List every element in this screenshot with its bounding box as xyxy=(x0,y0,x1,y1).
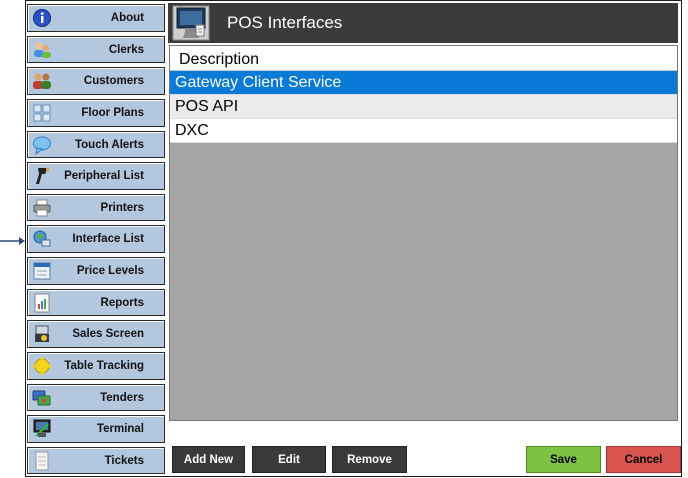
edit-button[interactable]: Edit xyxy=(252,446,326,473)
scanner-icon xyxy=(36,168,49,185)
list-item[interactable]: Gateway Client Service xyxy=(170,71,677,95)
sidebar-item-label: Peripheral List xyxy=(64,170,144,183)
sidebar-item-printers[interactable]: Printers xyxy=(27,193,165,222)
remove-button[interactable]: Remove xyxy=(332,446,407,473)
sidebar-item-label: Tickets xyxy=(104,454,144,467)
sidebar-item-about[interactable]: About xyxy=(27,4,165,32)
tenders-icon xyxy=(32,390,51,405)
sidebar-item-label: Clerks xyxy=(108,43,144,56)
pointer-arrow-icon xyxy=(0,237,25,245)
sidebar-item-label: Interface List xyxy=(72,233,144,246)
customers-icon xyxy=(33,73,51,90)
save-button[interactable]: Save xyxy=(526,446,601,473)
interface-icon xyxy=(33,230,51,247)
sidebar-item-table-tracking[interactable]: Table Tracking xyxy=(27,351,165,380)
interface-list[interactable]: Description Gateway Client Service POS A… xyxy=(169,45,678,421)
price-levels-icon xyxy=(33,262,51,280)
list-item[interactable]: POS API xyxy=(170,95,677,119)
sidebar-item-reports[interactable]: Reports xyxy=(27,288,165,317)
column-header-description[interactable]: Description xyxy=(170,46,677,71)
sidebar-item-label: Tenders xyxy=(100,391,144,404)
reports-icon xyxy=(34,293,50,313)
sidebar-item-label: Sales Screen xyxy=(72,328,144,341)
info-icon xyxy=(33,9,51,27)
sidebar-item-clerks[interactable]: Clerks xyxy=(27,35,165,64)
sidebar-item-sales-screen[interactable]: Sales Screen xyxy=(27,320,165,348)
sidebar-item-label: Printers xyxy=(100,201,144,214)
sidebar-item-label: About xyxy=(110,12,144,24)
sidebar-item-price-levels[interactable]: Price Levels xyxy=(27,257,165,285)
table-tracking-icon xyxy=(33,356,51,375)
sidebar-item-customers[interactable]: Customers xyxy=(27,67,165,95)
printer-icon xyxy=(33,199,51,217)
column-header-label: Description xyxy=(179,51,260,68)
sidebar-item-touch-alerts[interactable]: Touch Alerts xyxy=(27,130,165,159)
sidebar-item-label: Touch Alerts xyxy=(74,138,144,151)
interfaces-header-icon xyxy=(172,5,210,41)
sidebar-item-interface-list[interactable]: Interface List xyxy=(27,225,165,254)
sidebar-item-label: Customers xyxy=(83,75,144,88)
floor-plans-icon xyxy=(33,104,51,122)
sidebar-item-label: Price Levels xyxy=(76,265,144,277)
cancel-button[interactable]: Cancel xyxy=(606,446,681,473)
sales-screen-icon xyxy=(35,325,49,343)
sidebar-item-peripheral-list[interactable]: Peripheral List xyxy=(27,162,165,190)
clerks-icon xyxy=(34,42,51,58)
add-new-button[interactable]: Add New xyxy=(172,446,245,473)
tickets-icon xyxy=(35,451,49,471)
speech-bubble-icon xyxy=(33,136,51,155)
sidebar-item-label: Terminal xyxy=(96,423,144,436)
page-header: POS Interfaces xyxy=(168,3,678,43)
sidebar: About Clerks Customers Floor Plans Touch… xyxy=(27,4,165,478)
sidebar-item-tenders[interactable]: Tenders xyxy=(27,383,165,412)
page-title: POS Interfaces xyxy=(227,13,343,32)
sidebar-item-tickets[interactable]: Tickets xyxy=(27,446,165,475)
list-item[interactable]: DXC xyxy=(170,119,677,143)
sidebar-item-terminal[interactable]: Terminal xyxy=(27,415,165,443)
sidebar-item-label: Reports xyxy=(100,296,144,309)
terminal-icon xyxy=(33,419,51,438)
sidebar-item-floor-plans[interactable]: Floor Plans xyxy=(27,98,165,127)
sidebar-item-label: Table Tracking xyxy=(64,359,144,372)
sidebar-item-label: Floor Plans xyxy=(81,106,144,119)
